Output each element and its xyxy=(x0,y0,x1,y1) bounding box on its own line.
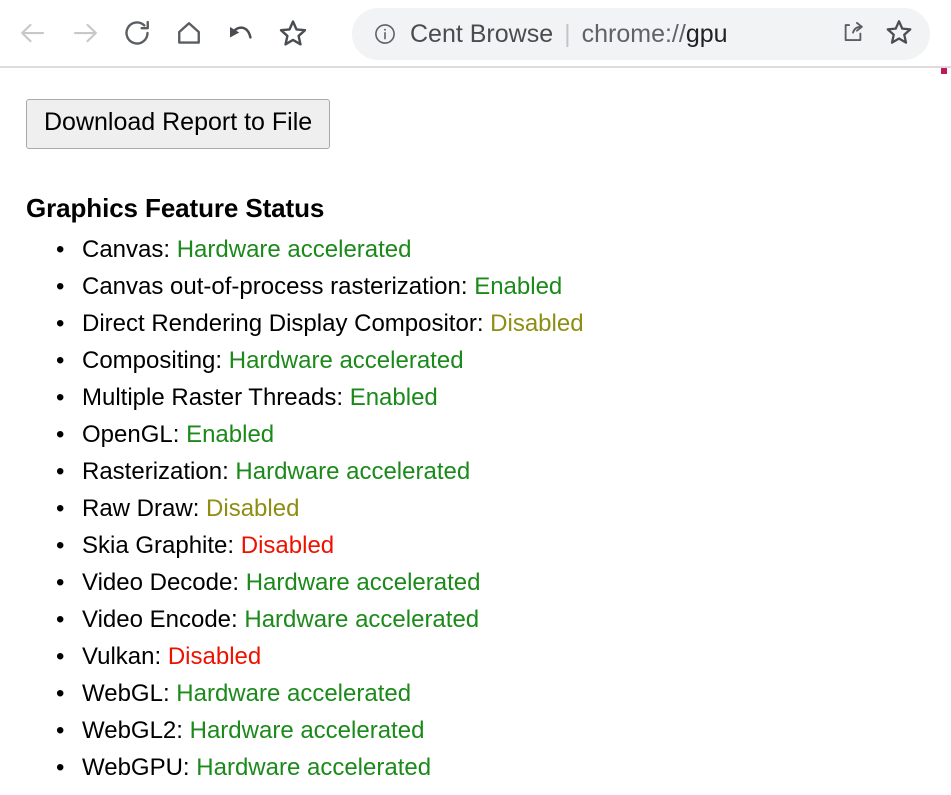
feature-name-label: Rasterization xyxy=(82,458,223,485)
feature-name-label: Compositing xyxy=(82,347,216,374)
feature-status-item: • Rasterization: Hardware accelerated xyxy=(56,453,584,490)
feature-status-value: Disabled xyxy=(206,495,300,522)
feature-status-value: Hardware accelerated xyxy=(176,236,412,263)
feature-status-value: Enabled xyxy=(186,421,275,448)
feature-status-value: Hardware accelerated xyxy=(235,458,471,485)
feature-name-label: WebGL xyxy=(82,680,163,707)
back-button[interactable] xyxy=(14,14,52,52)
star-outline-icon xyxy=(884,17,914,52)
navigation-button-group xyxy=(14,0,312,66)
bullet-icon: • xyxy=(56,532,65,559)
feature-name-label: Raw Draw xyxy=(82,495,193,522)
feature-status-value: Hardware accelerated xyxy=(228,347,464,374)
feature-name-label: Multiple Raster Threads xyxy=(82,384,337,411)
feature-status-value: Hardware accelerated xyxy=(176,680,412,707)
bullet-icon: • xyxy=(56,569,65,596)
address-bar-text[interactable]: Cent Browse | chrome:// gpu xyxy=(410,22,838,47)
bullet-icon: • xyxy=(56,717,65,744)
forward-button[interactable] xyxy=(66,14,104,52)
download-report-button[interactable]: Download Report to File xyxy=(26,99,331,149)
home-button[interactable] xyxy=(170,14,208,52)
bullet-icon: • xyxy=(56,273,65,300)
favorites-button[interactable] xyxy=(274,14,312,52)
star-outline-icon xyxy=(277,17,309,49)
url-host: gpu xyxy=(685,21,728,47)
feature-name-label: Canvas out-of-process rasterization xyxy=(82,273,461,300)
feature-name-label: Video Decode xyxy=(82,569,233,596)
feature-name-label: OpenGL xyxy=(82,421,173,448)
omnibox-separator: | xyxy=(564,21,571,47)
reload-button[interactable] xyxy=(118,14,156,52)
bullet-icon: • xyxy=(56,384,65,411)
feature-status-item: • Direct Rendering Display Compositor: Di… xyxy=(56,305,584,342)
feature-name-label: WebGL2 xyxy=(82,717,177,744)
feature-status-value: Enabled xyxy=(349,384,438,411)
omnibox-action-group xyxy=(838,19,920,49)
feature-status-item: • Vulkan: Disabled xyxy=(56,638,584,675)
feature-status-item: • WebGL2: Hardware accelerated xyxy=(56,712,584,749)
share-icon xyxy=(840,19,866,50)
feature-status-item: • Canvas: Hardware accelerated xyxy=(56,231,584,268)
feature-status-item: • WebGPU: Hardware accelerated xyxy=(56,749,584,786)
bullet-icon: • xyxy=(56,236,65,263)
feature-name-label: Video Encode xyxy=(82,606,232,633)
feature-name-label: Direct Rendering Display Compositor xyxy=(82,310,477,337)
arrow-left-icon xyxy=(18,18,48,48)
feature-status-value: Hardware accelerated xyxy=(196,754,432,781)
reload-icon xyxy=(122,18,152,48)
bullet-icon: • xyxy=(56,310,65,337)
arrow-right-icon xyxy=(70,18,100,48)
feature-status-value: Hardware accelerated xyxy=(189,717,425,744)
feature-status-value: Hardware accelerated xyxy=(245,569,481,596)
undo-arrow-icon xyxy=(226,18,256,48)
feature-status-value: Enabled xyxy=(474,273,563,300)
bullet-icon: • xyxy=(56,754,65,781)
graphics-feature-status-list: • Canvas: Hardware accelerated • Canvas out… xyxy=(26,231,584,786)
info-circle-icon[interactable] xyxy=(372,21,398,47)
feature-status-item: • Video Decode: Hardware accelerated xyxy=(56,564,584,601)
bookmark-button[interactable] xyxy=(884,19,914,49)
bullet-icon: • xyxy=(56,347,65,374)
feature-status-item: • OpenGL: Enabled xyxy=(56,416,584,453)
browser-toolbar: Cent Browse | chrome:// gpu xyxy=(0,0,951,74)
feature-status-item: • Compositing: Hardware accelerated xyxy=(56,342,584,379)
feature-status-item: • Video Encode: Hardware accelerated xyxy=(56,601,584,638)
url-scheme: chrome:// xyxy=(581,21,686,47)
bullet-icon: • xyxy=(56,495,65,522)
feature-status-item: • Skia Graphite: Disabled xyxy=(56,527,584,564)
feature-status-item: • Canvas out-of-process rasterization: En… xyxy=(56,268,584,305)
address-bar[interactable]: Cent Browse | chrome:// gpu xyxy=(352,8,930,60)
bullet-icon: • xyxy=(56,643,65,670)
bullet-icon: • xyxy=(56,606,65,633)
feature-status-value: Disabled xyxy=(167,643,262,670)
page-title: Graphics Feature Status xyxy=(26,193,325,223)
feature-status-item: • WebGL: Hardware accelerated xyxy=(56,675,584,712)
bullet-icon: • xyxy=(56,458,65,485)
bullet-icon: • xyxy=(56,421,65,448)
bullet-icon: • xyxy=(56,680,65,707)
feature-name-label: Vulkan xyxy=(82,643,155,670)
home-icon xyxy=(174,18,204,48)
site-name-label: Cent Browse xyxy=(410,21,554,47)
feature-status-item: • Multiple Raster Threads: Enabled xyxy=(56,379,584,416)
viewport-marker xyxy=(941,68,947,74)
feature-name-label: Canvas xyxy=(82,236,164,263)
feature-status-value: Hardware accelerated xyxy=(244,606,480,633)
feature-status-item: • Raw Draw: Disabled xyxy=(56,490,584,527)
feature-status-value: Disabled xyxy=(240,532,335,559)
feature-status-value: Disabled xyxy=(490,310,584,337)
feature-name-label: Skia Graphite xyxy=(82,532,228,559)
feature-name-label: WebGPU xyxy=(82,754,183,781)
undo-button[interactable] xyxy=(222,14,260,52)
share-button[interactable] xyxy=(838,19,868,49)
